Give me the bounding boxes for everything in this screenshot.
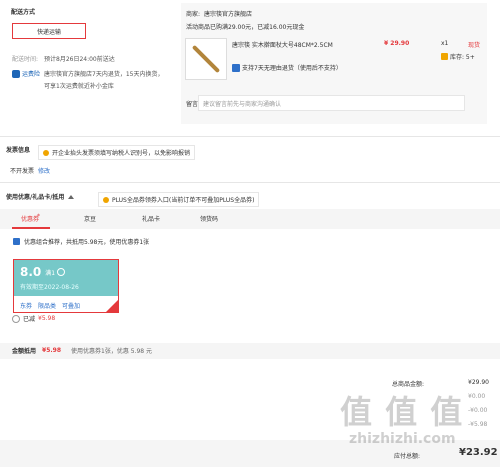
tab-coupons-star: * xyxy=(37,213,40,220)
info-icon xyxy=(57,268,66,276)
merchant-label: 商家: xyxy=(186,11,201,18)
coupon-selected-corner xyxy=(106,300,118,312)
shield-icon xyxy=(12,69,20,78)
policy-text: 唐宗筷官方旗舰店7天内退货，15天内换货，可享1次运费就近补小金库 xyxy=(44,71,164,90)
link-instock[interactable]: 现货 xyxy=(468,40,480,49)
return-note: 支持7天无理由退货（使用后不支持） xyxy=(232,63,342,72)
combo-row: 优惠组合推荐，共抵用5.98元，使用优惠券1张 xyxy=(13,237,149,246)
amount-value: ¥5.98 xyxy=(42,347,61,354)
product-qty: x1 xyxy=(441,40,449,47)
coupon-tag-2: 限品类 xyxy=(38,303,57,310)
coupon-amount-row: 8.0 满1 xyxy=(20,265,66,279)
stock-text: 库存: 5+ xyxy=(450,54,475,61)
coupon-unit: 满1 xyxy=(45,269,56,277)
tab-jingdou[interactable]: 京豆 xyxy=(84,214,96,223)
used-amount: ¥5.98 xyxy=(38,315,56,322)
return-note-text: 支持7天无理由退货（使用后不支持） xyxy=(242,65,342,72)
remark-input[interactable]: 建议留言前先与商家沟通确认 xyxy=(198,95,465,111)
stock-row: 库存: 5+ xyxy=(441,52,475,61)
invoice-tip: 开企业抬头发票须填写纳税人识别号，以免影响报销 xyxy=(38,145,196,160)
shipping-method-label: 快递运输 xyxy=(36,28,61,36)
summary-line3: -¥0.00 xyxy=(468,407,488,414)
divider-1 xyxy=(0,136,500,137)
used-row: 已减 ¥5.98 xyxy=(12,314,55,323)
coupons-title: 使用优惠/礼品卡/抵用 xyxy=(6,194,65,201)
pay-label: 应付总额: xyxy=(394,453,421,460)
coupon-amount: 8.0 xyxy=(20,265,42,279)
shipping-time-label: 配送时间: xyxy=(12,56,39,63)
shipping-method-button[interactable]: 快递运输 xyxy=(12,23,86,39)
summary-total-value: ¥29.90 xyxy=(468,379,489,386)
checkbox[interactable] xyxy=(13,238,20,245)
chevron-up-icon xyxy=(68,194,75,199)
invoice-edit-link[interactable]: 修改 xyxy=(38,166,50,175)
product-price: ¥ 29.90 xyxy=(384,40,410,47)
used-text: 已减 xyxy=(23,316,36,323)
tab-giftcard[interactable]: 礼品卡 xyxy=(142,214,160,223)
promo-text: 活动商品已购满29.00元，已减16.00元现金 xyxy=(186,24,305,31)
amount-label: 金额抵用 xyxy=(12,348,37,355)
policy-badge: 运费险 xyxy=(12,69,40,78)
invoice-value-row: 不开发票 修改 xyxy=(10,166,50,175)
return-icon xyxy=(232,63,240,72)
amount-row: 金额抵用 ¥5.98 使用优惠券1张，优惠 5.98 元 xyxy=(12,346,152,355)
rolling-pin-image xyxy=(191,44,221,74)
coupon-tabs-bg xyxy=(0,209,500,229)
combo-text: 优惠组合推荐，共抵用5.98元，使用优惠券1张 xyxy=(24,239,150,246)
bulb-icon xyxy=(43,149,49,156)
watermark-url: zhizhizhi.com xyxy=(349,431,456,447)
tab-voucher[interactable]: 领货码 xyxy=(200,214,218,223)
invoice-title: 发票信息 xyxy=(6,147,31,154)
product-image-frame xyxy=(185,38,227,80)
coupon-tags: 东券 限品类 可叠加 xyxy=(20,301,80,310)
coupon-tag-3: 可叠加 xyxy=(62,303,81,310)
invoice-tip-text: 开企业抬头发票须填写纳税人识别号，以免影响报销 xyxy=(52,150,191,157)
tab-coupons-underline xyxy=(12,227,50,229)
policy-badge-text: 运费险 xyxy=(22,71,41,78)
summary-line2: ¥0.00 xyxy=(468,393,486,400)
summary-line4: -¥5.98 xyxy=(468,421,488,428)
coupon-card[interactable]: 8.0 满1 有效期至2022-08-26 东券 限品类 可叠加 xyxy=(13,259,119,313)
product-title[interactable]: 唐宗筷 实木擀面杖大号48CM*2.5CM xyxy=(232,40,333,49)
divider-2 xyxy=(0,182,500,183)
merchant-line: 商家: 唐宗筷官方旗舰店 xyxy=(186,9,252,18)
shipping-title: 配送方式 xyxy=(11,9,36,16)
bulb-icon xyxy=(103,196,109,203)
invoice-value: 不开发票 xyxy=(10,168,35,175)
plus-tip: PLUS全品券领券入口(当前订单不可叠加PLUS全品券) xyxy=(98,192,260,207)
merchant-name: 唐宗筷官方旗舰店 xyxy=(204,11,253,18)
pay-value: ¥23.92 xyxy=(459,447,498,458)
coupons-title-row[interactable]: 使用优惠/礼品卡/抵用 xyxy=(6,192,75,201)
watermark: 值 值 值 xyxy=(340,393,464,431)
plus-tip-text: PLUS全品券领券入口(当前订单不可叠加PLUS全品券) xyxy=(112,197,255,204)
info-icon xyxy=(12,314,20,323)
lock-icon xyxy=(441,53,448,60)
amount-desc: 使用优惠券1张，优惠 5.98 元 xyxy=(71,348,152,355)
coupon-tag-1: 东券 xyxy=(20,303,33,310)
shipping-time-value: 预计8月26日24:00前送达 xyxy=(44,56,115,63)
coupon-expire: 有效期至2022-08-26 xyxy=(20,284,79,291)
remark-placeholder: 建议留言前先与商家沟通确认 xyxy=(203,100,282,108)
